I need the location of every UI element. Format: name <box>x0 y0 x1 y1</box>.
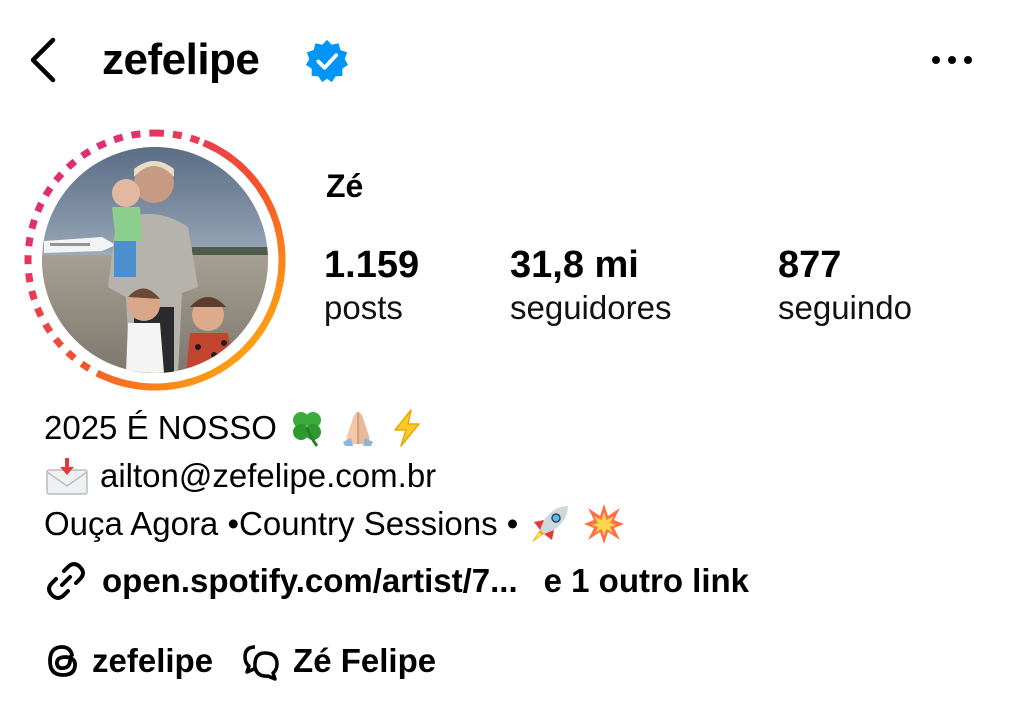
bio-line-email: ailton@zefelipe.com.br <box>44 452 984 500</box>
threads-link[interactable]: zefelipe <box>44 641 213 681</box>
bio: 2025 É NOSSO ailton@zefelipe.com.br Ouça… <box>44 404 984 548</box>
avatar-photo-image <box>42 147 268 373</box>
profile-avatar-story[interactable] <box>22 127 288 393</box>
display-name: Zé <box>326 168 364 204</box>
verified-badge-icon <box>305 39 349 83</box>
stat-posts-label: posts <box>324 289 403 326</box>
bio-line-3: Ouça Agora •Country Sessions • <box>44 500 984 548</box>
rocket-icon <box>532 506 569 542</box>
stat-posts-value: 1.159 <box>324 244 420 286</box>
profile-page: zefelipe Zé 1.159 posts 31,8 mi seguidor… <box>0 0 1024 719</box>
messenger-icon <box>243 645 279 681</box>
stat-followers-label: seguidores <box>510 289 672 326</box>
more-links[interactable]: e 1 outro link <box>544 562 749 600</box>
chevron-left-icon <box>30 37 56 83</box>
avatar <box>42 147 268 373</box>
bio-line-1-text: 2025 É NOSSO <box>44 409 277 446</box>
bio-email[interactable]: ailton@zefelipe.com.br <box>100 452 436 500</box>
primary-link[interactable]: open.spotify.com/artist/7... <box>102 562 518 600</box>
stat-following[interactable]: 877 seguindo <box>778 242 912 328</box>
bio-line-1: 2025 É NOSSO <box>44 404 984 452</box>
threads-icon <box>48 645 77 677</box>
stat-posts[interactable]: 1.159 posts <box>324 242 419 328</box>
high-voltage-icon <box>394 409 420 447</box>
four-leaf-clover-icon <box>292 412 321 447</box>
stat-followers[interactable]: 31,8 mi seguidores <box>510 242 671 328</box>
folded-hands-icon <box>342 412 373 446</box>
link-icon <box>47 562 85 600</box>
messenger-label: Zé Felipe <box>293 642 437 679</box>
profile-username: zefelipe <box>102 35 260 84</box>
bio-line-3-text: Ouça Agora •Country Sessions • <box>44 505 519 542</box>
stat-followers-value: 31,8 mi <box>510 244 639 286</box>
stat-following-label: seguindo <box>778 289 912 326</box>
messenger-link[interactable]: Zé Felipe <box>241 641 436 681</box>
threads-label: zefelipe <box>92 642 214 679</box>
more-horizontal-icon <box>932 56 972 64</box>
stat-following-value: 877 <box>778 244 842 286</box>
envelope-with-arrow-icon <box>46 458 88 495</box>
back-button[interactable] <box>20 36 64 84</box>
more-options-button[interactable] <box>924 44 980 76</box>
social-row: zefelipe Zé Felipe <box>44 636 436 686</box>
external-link-row[interactable]: open.spotify.com/artist/7... e 1 outro l… <box>44 556 749 606</box>
collision-icon <box>584 504 625 544</box>
